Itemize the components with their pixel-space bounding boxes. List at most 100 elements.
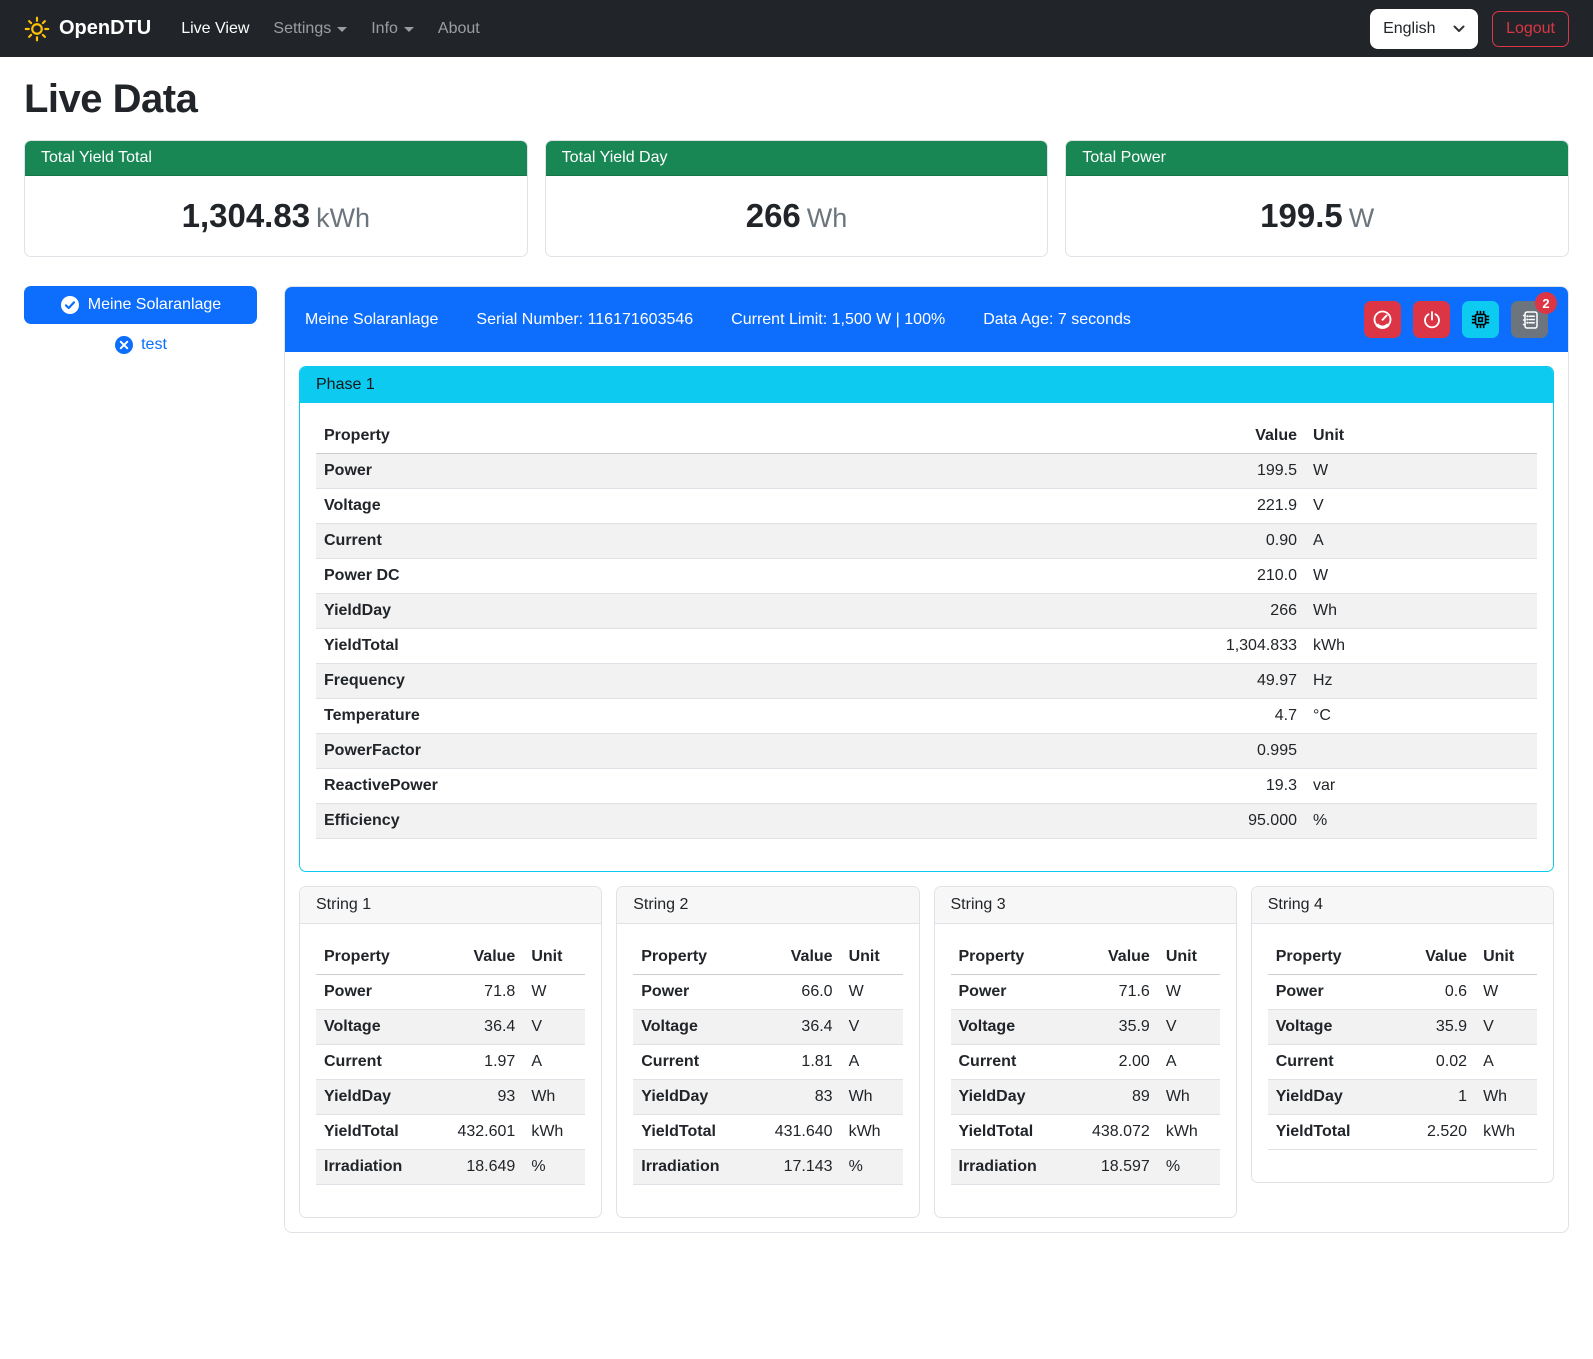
table-row: Power199.5W: [316, 454, 1537, 489]
phase-card-body: Property Value Unit Power199.5WVoltage22…: [300, 403, 1553, 871]
column-header-unit: Unit: [1475, 940, 1537, 975]
table-row: PowerFactor0.995: [316, 734, 1537, 769]
nav-item-settings[interactable]: Settings: [265, 12, 355, 46]
row-property: Frequency: [316, 664, 1146, 699]
row-unit: Wh: [841, 1080, 903, 1115]
column-header-property: Property: [316, 940, 434, 975]
table-row: Voltage36.4V: [316, 1010, 585, 1045]
sidebar-item-selected-inverter[interactable]: Meine Solaranlage: [24, 286, 257, 324]
row-value: 66.0: [752, 975, 841, 1010]
brand[interactable]: OpenDTU: [24, 16, 151, 42]
string-card-title: String 3: [935, 887, 1236, 924]
sidebar-item-test-inverter[interactable]: test: [24, 335, 257, 355]
nav-item-info[interactable]: Info: [363, 12, 422, 46]
row-property: Efficiency: [316, 804, 1146, 839]
device-info-button[interactable]: [1462, 301, 1499, 338]
table-header-row: Property Value Unit: [633, 940, 902, 975]
logout-button[interactable]: Logout: [1492, 11, 1569, 47]
nav-item-about[interactable]: About: [430, 12, 488, 46]
column-header-unit: Unit: [841, 940, 903, 975]
phase-card: Phase 1 Property Value Unit P: [299, 366, 1554, 872]
table-row: Temperature4.7°C: [316, 699, 1537, 734]
x-circle-icon: [114, 335, 134, 355]
sun-icon: [24, 16, 50, 42]
row-unit: V: [841, 1010, 903, 1045]
power-button[interactable]: [1413, 301, 1450, 338]
page-container: Live Data Total Yield Total 1,304.83kWh …: [0, 57, 1593, 1233]
table-header-row: Property Value Unit: [1268, 940, 1537, 975]
nav-item-live-view[interactable]: Live View: [173, 12, 257, 46]
table-row: Power0.6W: [1268, 975, 1537, 1010]
string-card-body: Property Value Unit Power66.0WVoltage36.…: [617, 924, 918, 1217]
row-value: 19.3: [1146, 769, 1305, 804]
inverter-serial: Serial Number: 116171603546: [476, 311, 693, 329]
string-card-2: String 2 Property Value Unit: [616, 886, 919, 1218]
summary-card-body: 266Wh: [546, 176, 1048, 256]
row-unit: W: [1305, 454, 1537, 489]
string-card-body: Property Value Unit Power71.8WVoltage36.…: [300, 924, 601, 1217]
table-header-row: Property Value Unit: [316, 940, 585, 975]
inverter-sidebar: Meine Solaranlage test: [24, 286, 257, 355]
row-property: YieldTotal: [1268, 1115, 1386, 1150]
inverter-limit: Current Limit: 1,500 W | 100%: [731, 311, 945, 329]
summary-unit: kWh: [316, 203, 370, 233]
row-value: 17.143: [752, 1150, 841, 1185]
row-property: Voltage: [316, 489, 1146, 524]
string-card-title: String 2: [617, 887, 918, 924]
string-card-3: String 3 Property Value Unit: [934, 886, 1237, 1218]
summary-card-body: 199.5W: [1066, 176, 1568, 256]
table-row: YieldTotal438.072kWh: [951, 1115, 1220, 1150]
table-row: Power66.0W: [633, 975, 902, 1010]
row-property: YieldDay: [1268, 1080, 1386, 1115]
row-unit: A: [523, 1045, 585, 1080]
event-log-button[interactable]: 2: [1511, 301, 1548, 338]
row-value: 2.520: [1386, 1115, 1475, 1150]
row-value: 266: [1146, 594, 1305, 629]
top-navbar: OpenDTU Live View Settings Info About En…: [0, 0, 1593, 57]
row-unit: W: [1305, 559, 1537, 594]
row-property: Voltage: [951, 1010, 1069, 1045]
row-unit: V: [1305, 489, 1537, 524]
nav-item-label: Settings: [273, 20, 331, 38]
language-select[interactable]: English: [1370, 9, 1478, 49]
table-row: Power DC210.0W: [316, 559, 1537, 594]
row-unit: W: [1158, 975, 1220, 1010]
table-header-row: Property Value Unit: [951, 940, 1220, 975]
row-property: Power: [633, 975, 751, 1010]
speedometer-icon: [1372, 309, 1393, 330]
limit-settings-button[interactable]: [1364, 301, 1401, 338]
inverter-card-header: Meine Solaranlage Serial Number: 1161716…: [285, 287, 1568, 352]
row-value: 83: [752, 1080, 841, 1115]
row-property: Current: [633, 1045, 751, 1080]
row-value: 432.601: [434, 1115, 523, 1150]
row-property: PowerFactor: [316, 734, 1146, 769]
row-property: Irradiation: [633, 1150, 751, 1185]
event-count-badge: 2: [1535, 292, 1557, 314]
row-unit: A: [1305, 524, 1537, 559]
row-unit: Hz: [1305, 664, 1537, 699]
row-value: 199.5: [1146, 454, 1305, 489]
row-property: YieldTotal: [951, 1115, 1069, 1150]
column-header-value: Value: [1146, 419, 1305, 454]
summary-card-yield-day: Total Yield Day 266Wh: [545, 140, 1049, 257]
row-unit: %: [1158, 1150, 1220, 1185]
string-card-title: String 4: [1252, 887, 1553, 924]
row-unit: kWh: [523, 1115, 585, 1150]
table-row: Voltage35.9V: [951, 1010, 1220, 1045]
inverter-card: Meine Solaranlage Serial Number: 1161716…: [284, 286, 1569, 1233]
table-row: Voltage35.9V: [1268, 1010, 1537, 1045]
phase-table: Property Value Unit Power199.5WVoltage22…: [316, 419, 1537, 839]
string-card-4: String 4 Property Value Unit: [1251, 886, 1554, 1183]
table-row: Voltage36.4V: [633, 1010, 902, 1045]
chevron-down-icon: [1453, 25, 1465, 33]
row-value: 71.6: [1069, 975, 1158, 1010]
table-row: Voltage221.9V: [316, 489, 1537, 524]
nav-links: Live View Settings Info About: [173, 12, 488, 46]
summary-value: 199.5: [1260, 197, 1343, 234]
summary-card-body: 1,304.83kWh: [25, 176, 527, 256]
summary-value: 266: [746, 197, 801, 234]
row-property: YieldDay: [316, 594, 1146, 629]
row-value: 36.4: [752, 1010, 841, 1045]
row-value: 2.00: [1069, 1045, 1158, 1080]
row-unit: kWh: [841, 1115, 903, 1150]
